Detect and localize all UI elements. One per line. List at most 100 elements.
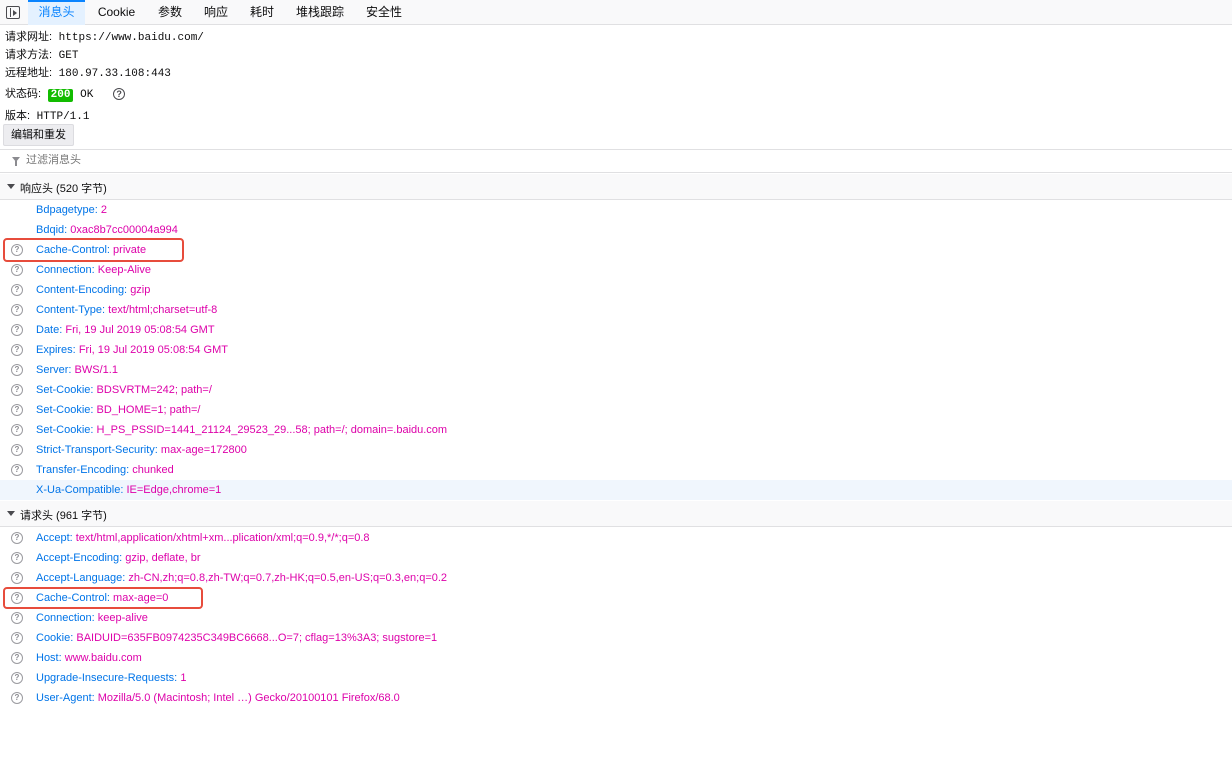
header-row[interactable]: ? Host: www.baidu.com [0,648,1232,668]
header-row[interactable]: ? Strict-Transport-Security: max-age=1728… [0,440,1232,460]
header-name: Content-Type: [36,304,106,316]
header-row[interactable]: ? Connection: Keep-Alive [0,260,1232,280]
tab-bar: 消息头 Cookie 参数 响应 耗时 堆栈跟踪 安全性 [0,0,1232,25]
header-row[interactable]: ? Upgrade-Insecure-Requests: 1 [0,668,1232,688]
filter-bar [0,149,1232,173]
header-value: Mozilla/5.0 (Macintosh; Intel …) Gecko/2… [97,692,400,704]
header-row[interactable]: ? Expires: Fri, 19 Jul 2019 05:08:54 GMT [0,340,1232,360]
header-row[interactable]: ? Content-Encoding: gzip [0,280,1232,300]
header-value: Fri, 19 Jul 2019 05:08:54 GMT [78,344,228,356]
header-value: BD_HOME=1; path=/ [96,404,201,416]
tab-security[interactable]: 安全性 [358,0,410,25]
help-icon[interactable]: ? [11,264,23,276]
header-pair: Content-Encoding: gzip [36,280,150,300]
header-pair: Connection: Keep-Alive [36,260,151,280]
header-name: Cache-Control: [36,592,110,604]
request-method-line: 请求方法: GET [5,46,78,62]
request-headers-title: 请求头 (961 字节) [20,510,107,522]
header-row[interactable]: ? Accept-Encoding: gzip, deflate, br [0,548,1232,568]
help-icon[interactable]: ? [11,464,23,476]
help-icon[interactable]: ? [11,572,23,584]
header-pair: Accept-Encoding: gzip, deflate, br [36,548,201,568]
filter-headers-input[interactable] [26,154,426,166]
version-value: HTTP/1.1 [36,111,90,123]
header-row[interactable]: Bdqid: 0xac8b7cc00004a994 [0,220,1232,240]
header-row[interactable]: ? Accept: text/html,application/xhtml+xm.… [0,528,1232,548]
header-pair: Bdqid: 0xac8b7cc00004a994 [36,220,178,240]
header-row[interactable]: X-Ua-Compatible: IE=Edge,chrome=1 [0,480,1232,500]
header-value: 2 [100,204,107,216]
help-icon[interactable]: ? [11,424,23,436]
remote-address-value: 180.97.33.108:443 [58,68,171,80]
request-headers-header[interactable]: 请求头 (961 字节) [0,501,1232,527]
header-value: 1 [180,672,187,684]
header-row[interactable]: ? Transfer-Encoding: chunked [0,460,1232,480]
help-icon[interactable]: ? [11,324,23,336]
header-name: Bdqid: [36,224,68,236]
tab-headers[interactable]: 消息头 [28,0,85,25]
header-pair: Cookie: BAIDUID=635FB0974235C349BC6668..… [36,628,437,648]
header-row[interactable]: ? Set-Cookie: BDSVRTM=242; path=/ [0,380,1232,400]
tab-params[interactable]: 参数 [150,0,190,25]
header-row[interactable]: ? User-Agent: Mozilla/5.0 (Macintosh; Int… [0,688,1232,708]
help-icon[interactable]: ? [11,444,23,456]
header-row[interactable]: ? Set-Cookie: H_PS_PSSID=1441_21124_29523… [0,420,1232,440]
header-name: Server: [36,364,72,376]
help-icon[interactable]: ? [113,88,126,101]
header-value: BAIDUID=635FB0974235C349BC6668...O=7; cf… [76,632,438,644]
help-icon[interactable]: ? [11,552,23,564]
header-name: Accept-Encoding: [36,552,123,564]
chevron-down-icon [7,511,15,516]
request-method-label: 请求方法: [5,49,53,61]
help-icon[interactable]: ? [11,364,23,376]
toggle-panel-icon[interactable] [6,6,20,19]
header-row[interactable]: ? Cache-Control: private [0,240,1232,260]
response-headers-header[interactable]: 响应头 (520 字节) [0,174,1232,200]
header-row[interactable]: ? Set-Cookie: BD_HOME=1; path=/ [0,400,1232,420]
header-row[interactable]: ? Content-Type: text/html;charset=utf-8 [0,300,1232,320]
help-icon[interactable]: ? [11,244,23,256]
header-pair: Accept-Language: zh-CN,zh;q=0.8,zh-TW;q=… [36,568,447,588]
header-row[interactable]: ? Server: BWS/1.1 [0,360,1232,380]
header-value: text/html;charset=utf-8 [108,304,218,316]
chevron-down-icon [7,184,15,189]
help-icon[interactable]: ? [11,672,23,684]
header-pair: User-Agent: Mozilla/5.0 (Macintosh; Inte… [36,688,400,708]
header-name: Upgrade-Insecure-Requests: [36,672,178,684]
help-icon[interactable]: ? [11,592,23,604]
tab-response[interactable]: 响应 [196,0,236,25]
header-pair: Strict-Transport-Security: max-age=17280… [36,440,247,460]
help-icon[interactable]: ? [11,652,23,664]
header-row[interactable]: ? Cookie: BAIDUID=635FB0974235C349BC6668.… [0,628,1232,648]
header-pair: Date: Fri, 19 Jul 2019 05:08:54 GMT [36,320,215,340]
edit-resend-button[interactable]: 编辑和重发 [3,124,74,146]
header-name: Set-Cookie: [36,384,94,396]
header-name: Cache-Control: [36,244,110,256]
header-value: gzip, deflate, br [125,552,201,564]
header-pair: Set-Cookie: BDSVRTM=242; path=/ [36,380,212,400]
header-row[interactable]: ? Accept-Language: zh-CN,zh;q=0.8,zh-TW;q… [0,568,1232,588]
help-icon[interactable]: ? [11,632,23,644]
help-icon[interactable]: ? [11,532,23,544]
help-icon[interactable]: ? [11,284,23,296]
header-row[interactable]: ? Connection: keep-alive [0,608,1232,628]
header-row[interactable]: Bdpagetype: 2 [0,200,1232,220]
header-value: www.baidu.com [64,652,142,664]
tab-stack-trace[interactable]: 堆栈跟踪 [288,0,352,25]
help-icon[interactable]: ? [11,344,23,356]
help-icon[interactable]: ? [11,384,23,396]
header-value: 0xac8b7cc00004a994 [70,224,178,236]
header-name: Connection: [36,612,95,624]
header-row[interactable]: ? Date: Fri, 19 Jul 2019 05:08:54 GMT [0,320,1232,340]
header-pair: Host: www.baidu.com [36,648,142,668]
header-name: Connection: [36,264,95,276]
help-icon[interactable]: ? [11,692,23,704]
tab-timings[interactable]: 耗时 [242,0,282,25]
header-row[interactable]: ? Cache-Control: max-age=0 [0,588,1232,608]
response-headers-title: 响应头 (520 字节) [20,183,107,195]
help-icon[interactable]: ? [11,612,23,624]
help-icon[interactable]: ? [11,304,23,316]
tab-cookie[interactable]: Cookie [89,0,144,25]
help-icon[interactable]: ? [11,404,23,416]
header-pair: Expires: Fri, 19 Jul 2019 05:08:54 GMT [36,340,228,360]
